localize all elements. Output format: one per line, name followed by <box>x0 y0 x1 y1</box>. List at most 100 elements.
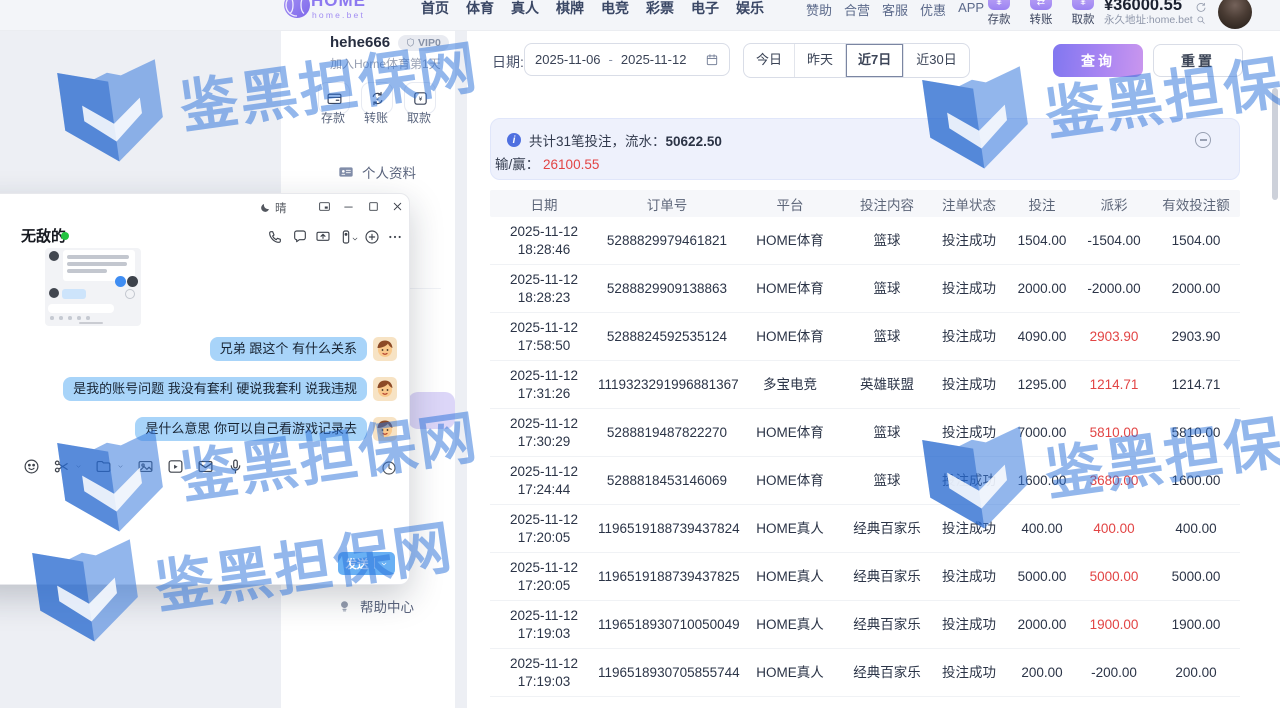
date-end-value: 2025-11-12 <box>621 52 687 67</box>
summary-text: 共计31笔投注，流水： <box>529 134 666 149</box>
navbar-withdraw-button[interactable]: ¥ 取款 <box>1062 0 1104 27</box>
send-button[interactable]: 发送 <box>338 552 395 575</box>
chat-bubble-icon[interactable] <box>292 229 308 245</box>
chevron-down-icon <box>380 560 388 568</box>
table-row: 2025-11-1217:19:031196518930705855744HOM… <box>490 649 1240 697</box>
svg-text:¥: ¥ <box>418 95 422 102</box>
records-table-body: 2025-11-1218:28:465288829979461821HOME体育… <box>490 217 1240 697</box>
range-yesterday-button[interactable]: 昨天 <box>794 44 845 77</box>
winloss-label: 输/赢： <box>495 157 539 172</box>
moon-icon <box>259 202 271 214</box>
voice-call-icon[interactable] <box>267 229 283 245</box>
table-row: 2025-11-1217:31:261119323291996881367多宝电… <box>490 361 1240 409</box>
sidebar-active-item[interactable] <box>408 392 455 429</box>
microphone-icon[interactable] <box>227 458 244 475</box>
chat-contact-name: 无敌的 <box>21 225 66 246</box>
deposit-icon: ¥ <box>988 0 1010 10</box>
user-avatar[interactable] <box>1218 0 1252 29</box>
mini-window-icon[interactable] <box>318 200 331 213</box>
nav-link-promo[interactable]: 优惠 <box>920 0 946 19</box>
nav-link-sponsor[interactable]: 赞助 <box>806 0 832 19</box>
file-folder-icon[interactable] <box>95 458 112 475</box>
screen-share-icon[interactable] <box>315 229 331 245</box>
watermark-shield-logo <box>49 49 175 175</box>
info-icon: i <box>507 133 521 147</box>
vip-shield-icon <box>406 38 415 47</box>
nav-link-entertainment[interactable]: 娱乐 <box>736 0 764 18</box>
chat-history-clock-icon[interactable] <box>381 460 397 476</box>
nav-link-live[interactable]: 真人 <box>511 0 539 18</box>
withdraw-icon: ¥ <box>1072 0 1094 10</box>
reset-button[interactable]: 重置 <box>1153 44 1243 77</box>
nav-link-partner[interactable]: 合营 <box>844 0 870 19</box>
chat-input-area[interactable] <box>0 479 391 539</box>
table-row: 2025-11-1217:30:295288819487822270HOME体育… <box>490 409 1240 457</box>
collapse-summary-icon[interactable] <box>1195 132 1211 148</box>
brand-domain: home.bet <box>312 10 365 20</box>
transfer-arrows-icon: ¥ <box>369 90 386 107</box>
calendar-icon <box>705 53 719 67</box>
screenshot-scissors-icon[interactable] <box>53 458 70 475</box>
nav-link-slots[interactable]: 电子 <box>691 0 719 18</box>
top-navbar: HOME home.bet 首页 体育 真人 棋牌 电竞 彩票 电子 娱乐 赞助… <box>0 0 1280 31</box>
sidebar-item-profile[interactable]: 个人资料 <box>338 162 416 182</box>
secondary-nav: 赞助 合营 客服 优惠 APP <box>806 0 984 19</box>
video-clip-icon[interactable] <box>167 458 184 475</box>
withdraw-yen-icon: ¥ <box>412 90 429 107</box>
table-header: 日期订单号 平台投注内容 注单状态投注 派彩有效投注额 <box>490 190 1240 217</box>
chevron-down-icon[interactable] <box>351 235 359 243</box>
scrollbar-thumb[interactable] <box>1272 88 1278 200</box>
chat-message: 是什么意思 你可以自己看游戏记录去 <box>135 417 397 441</box>
range-30days-button[interactable]: 近30日 <box>903 44 968 77</box>
nav-link-cards[interactable]: 棋牌 <box>556 0 584 18</box>
turnover-value: 50622.50 <box>666 134 722 149</box>
deposit-wallet-icon <box>326 90 343 107</box>
table-row: 2025-11-1217:20:051196519188739437825HOM… <box>490 553 1240 601</box>
chat-message: 是我的账号问题 我没有套利 硬说我套利 说我违规 <box>63 377 397 401</box>
lightbulb-icon <box>337 599 352 614</box>
quick-range-group: 今日 昨天 近7日 近30日 <box>743 43 970 78</box>
transfer-icon: ⇄ <box>1030 0 1052 10</box>
sender-avatar[interactable] <box>373 417 397 441</box>
navbar-transfer-button[interactable]: ⇄ 转账 <box>1020 0 1062 27</box>
brand-logo-icon[interactable] <box>284 0 310 23</box>
chevron-down-icon[interactable] <box>75 463 82 470</box>
navbar-deposit-button[interactable]: ¥ 存款 <box>978 0 1020 27</box>
nav-link-service[interactable]: 客服 <box>882 0 908 19</box>
image-icon[interactable] <box>137 458 154 475</box>
records-table: 日期订单号 平台投注内容 注单状态投注 派彩有效投注额 2025-11-1218… <box>490 190 1240 697</box>
magnifier-icon[interactable] <box>1196 15 1206 25</box>
table-row: 2025-11-1218:28:465288829979461821HOME体育… <box>490 217 1240 265</box>
chevron-down-icon[interactable] <box>117 463 124 470</box>
sender-avatar[interactable] <box>373 337 397 361</box>
nav-link-lottery[interactable]: 彩票 <box>646 0 674 18</box>
sender-avatar[interactable] <box>373 377 397 401</box>
nav-link-sports[interactable]: 体育 <box>466 0 494 18</box>
join-days-text: 加入Home体育第1天 <box>330 55 441 72</box>
close-icon[interactable] <box>391 200 404 213</box>
card-envelope-icon[interactable] <box>197 458 214 475</box>
summary-card: i 共计31笔投注，流水：50622.50 输/赢： 26100.55 <box>490 118 1240 180</box>
chat-window: 晴 无敌的 <box>0 193 410 585</box>
id-card-icon <box>338 164 354 180</box>
range-today-button[interactable]: 今日 <box>744 44 794 77</box>
nav-link-home[interactable]: 首页 <box>421 0 449 18</box>
svg-text:¥: ¥ <box>376 96 379 102</box>
minimize-icon[interactable] <box>342 200 355 213</box>
chat-message: 兄弟 跟这个 有什么关系 <box>210 337 397 361</box>
chat-image-message[interactable] <box>45 248 141 326</box>
emoji-icon[interactable] <box>23 458 40 475</box>
circle-plus-icon[interactable] <box>364 229 380 245</box>
weather-status[interactable]: 晴 <box>259 200 287 216</box>
date-range-input[interactable]: 2025-11-06 - 2025-11-12 <box>524 43 730 76</box>
more-options-icon[interactable] <box>387 229 403 245</box>
main-nav: 首页 体育 真人 棋牌 电竞 彩票 电子 娱乐 <box>421 0 764 18</box>
range-7days-button[interactable]: 近7日 <box>845 44 903 77</box>
sidebar-item-help[interactable]: 帮助中心 <box>337 596 414 616</box>
table-row: 2025-11-1217:19:031196518930710050049HOM… <box>490 601 1240 649</box>
maximize-icon[interactable] <box>367 200 380 213</box>
query-button[interactable]: 查询 <box>1053 44 1143 77</box>
nav-link-esports[interactable]: 电竞 <box>601 0 629 18</box>
vip-badge: VIP0 <box>398 35 449 51</box>
table-row: 2025-11-1217:24:445288818453146069HOME体育… <box>490 457 1240 505</box>
